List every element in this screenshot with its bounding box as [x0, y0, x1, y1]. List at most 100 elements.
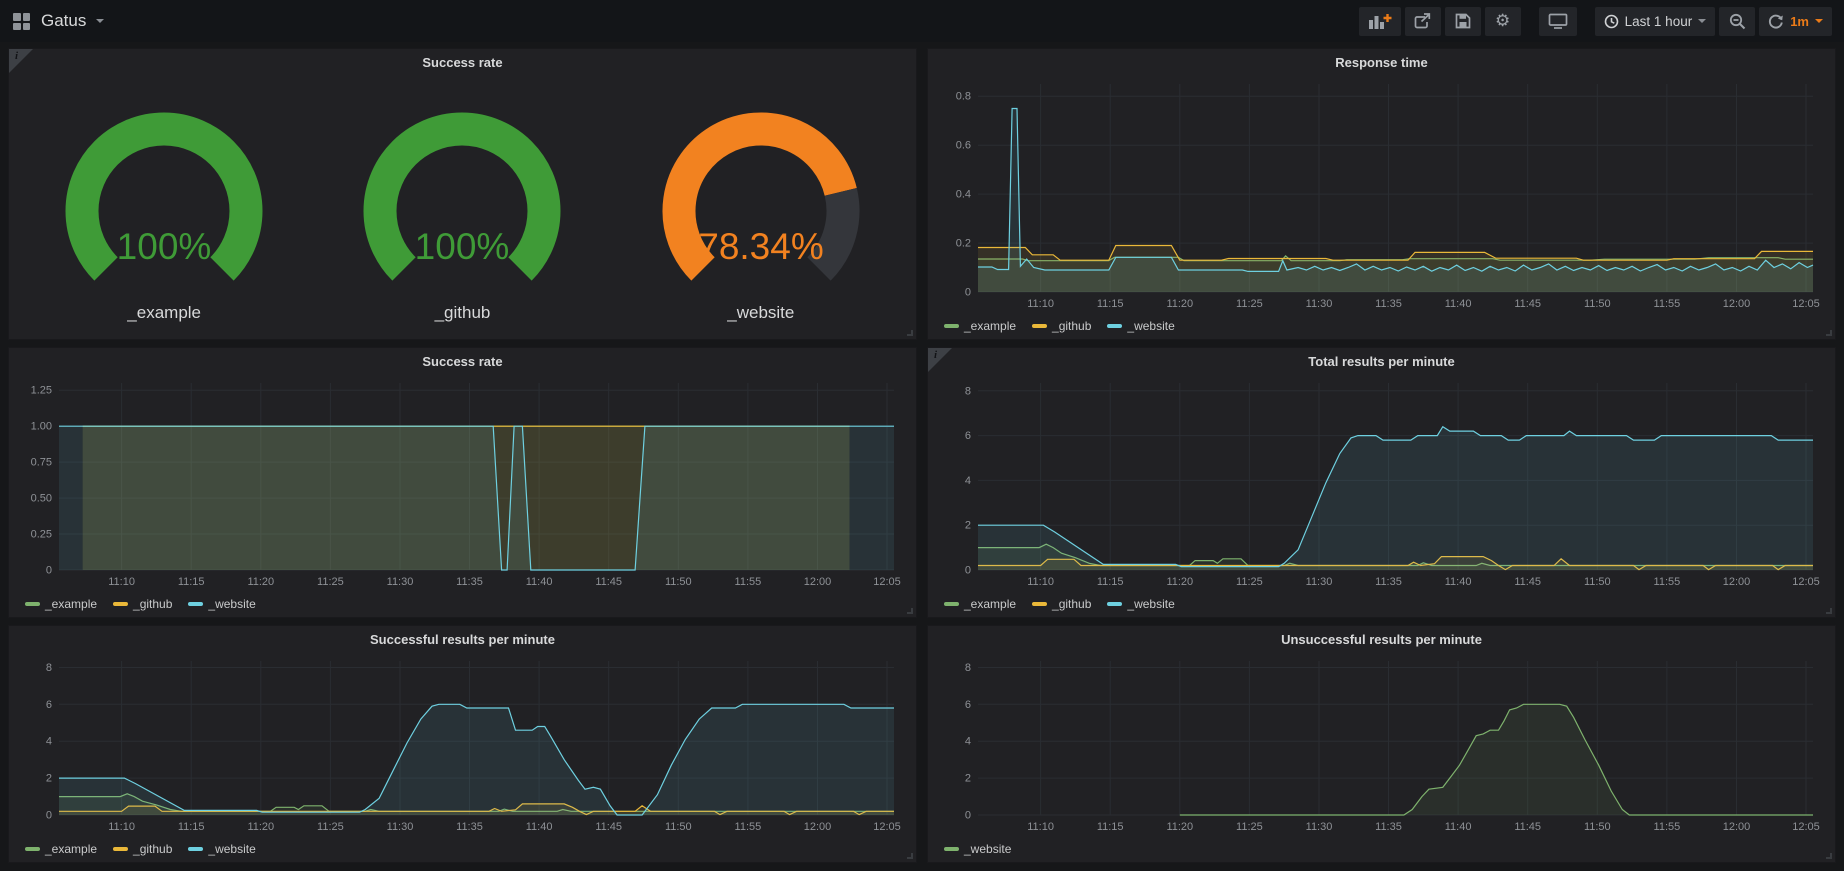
response-time-chart: 00.20.40.60.811:1011:1511:2011:2511:3011… [934, 76, 1829, 313]
legend-label[interactable]: _example [964, 319, 1016, 333]
legend-item-_github[interactable]: _github [1032, 319, 1091, 333]
share-button[interactable] [1405, 7, 1441, 36]
panel-info-corner[interactable] [928, 348, 952, 372]
legend-item-_example[interactable]: _example [25, 597, 97, 611]
legend-marker[interactable] [1107, 324, 1122, 328]
legend-label[interactable]: _example [45, 842, 97, 856]
panel-info-corner[interactable] [9, 49, 33, 73]
y-tick-label: 0.4 [956, 189, 971, 201]
panel-title[interactable]: Unsuccessful results per minute [928, 626, 1835, 653]
x-tick-label: 11:20 [247, 821, 274, 833]
x-tick-label: 11:15 [1097, 298, 1124, 310]
legend-label[interactable]: _github [133, 842, 172, 856]
monitor-icon [1548, 13, 1568, 29]
save-button[interactable] [1445, 7, 1481, 36]
legend-marker[interactable] [944, 847, 959, 851]
legend-label[interactable]: _website [1127, 597, 1174, 611]
add-panel-button[interactable] [1359, 7, 1401, 36]
legend-item-_website[interactable]: _website [1107, 597, 1174, 611]
info-icon: i [15, 50, 18, 62]
chart-svg: 0246811:1011:1511:2011:2511:3011:3511:40… [15, 653, 910, 836]
x-tick-label: 11:40 [1445, 821, 1472, 833]
legend-item-_website[interactable]: _website [188, 842, 255, 856]
panel-title[interactable]: Success rate [9, 348, 916, 375]
panel-response-time: Response time 00.20.40.60.811:1011:1511:… [927, 48, 1836, 340]
legend-item-_example[interactable]: _example [944, 319, 1016, 333]
x-tick-label: 11:45 [1514, 576, 1541, 588]
legend-label[interactable]: _github [1052, 597, 1091, 611]
refresh-picker[interactable]: 1m [1759, 7, 1832, 36]
panel-title[interactable]: Success rate [9, 49, 916, 76]
x-tick-label: 11:30 [387, 821, 414, 833]
panel-success-rate-gauges: i Success rate 100%_example100%_github78… [8, 48, 917, 340]
legend-marker[interactable] [1032, 324, 1047, 328]
panel-resize-handle[interactable] [1826, 608, 1832, 614]
legend-label[interactable]: _example [45, 597, 97, 611]
legend-item-_github[interactable]: _github [113, 842, 172, 856]
x-tick-label: 11:50 [1584, 298, 1611, 310]
chart-legend: _example _github _website [944, 317, 1175, 335]
legend-marker[interactable] [188, 847, 203, 851]
y-tick-label: 8 [965, 385, 971, 397]
y-tick-label: 2 [46, 773, 52, 785]
x-tick-label: 11:20 [1166, 576, 1193, 588]
panel-title[interactable]: Total results per minute [928, 348, 1835, 375]
zoom-out-button[interactable] [1719, 7, 1755, 36]
panel-resize-handle[interactable] [907, 608, 913, 614]
panel-resize-handle[interactable] [1826, 853, 1832, 859]
dashboard-title[interactable]: Gatus [41, 11, 86, 31]
legend-marker[interactable] [944, 324, 959, 328]
x-tick-label: 11:10 [1027, 576, 1054, 588]
legend-item-_example[interactable]: _example [944, 597, 1016, 611]
y-tick-label: 0.2 [956, 238, 971, 250]
share-icon [1414, 13, 1431, 29]
x-tick-label: 11:35 [1375, 821, 1402, 833]
legend-marker[interactable] [188, 602, 203, 606]
legend-label[interactable]: _example [964, 597, 1016, 611]
legend-marker[interactable] [25, 847, 40, 851]
legend-marker[interactable] [113, 602, 128, 606]
legend-label[interactable]: _website [1127, 319, 1174, 333]
gauge-value: 100% [415, 226, 510, 267]
legend-item-_github[interactable]: _github [113, 597, 172, 611]
legend-label[interactable]: _website [208, 597, 255, 611]
time-range-picker[interactable]: Last 1 hour [1595, 7, 1716, 36]
dashboard-title-caret-icon[interactable] [96, 19, 104, 23]
x-tick-label: 11:45 [595, 821, 622, 833]
x-tick-label: 12:05 [1792, 576, 1820, 588]
dashboard-grid: i Success rate 100%_example 100% _github 78… [0, 42, 1844, 871]
panel-resize-handle[interactable] [907, 853, 913, 859]
panel-title[interactable]: Successful results per minute [9, 626, 916, 653]
legend-item-_example[interactable]: _example [25, 842, 97, 856]
panel-resize-handle[interactable] [907, 330, 913, 336]
panel-resize-handle[interactable] [1826, 330, 1832, 336]
x-tick-label: 12:00 [804, 576, 832, 588]
gauge-_website: 78.34%_website [612, 76, 910, 331]
settings-button[interactable]: ⚙ [1485, 7, 1521, 36]
x-tick-label: 11:45 [1514, 298, 1541, 310]
legend-item-_website[interactable]: _website [944, 842, 1011, 856]
panel-title[interactable]: Response time [928, 49, 1835, 76]
x-tick-label: 11:50 [665, 576, 692, 588]
y-tick-label: 2 [965, 520, 971, 532]
tv-mode-button[interactable] [1539, 7, 1577, 36]
x-tick-label: 12:00 [1723, 821, 1751, 833]
legend-label[interactable]: _website [964, 842, 1011, 856]
legend-item-_website[interactable]: _website [188, 597, 255, 611]
legend-marker[interactable] [1107, 602, 1122, 606]
gauge-_example: 100%_example [15, 76, 313, 331]
dashboard-grid-icon[interactable] [12, 12, 31, 31]
legend-marker[interactable] [25, 602, 40, 606]
legend-label[interactable]: _github [133, 597, 172, 611]
legend-item-_github[interactable]: _github [1032, 597, 1091, 611]
legend-label[interactable]: _website [208, 842, 255, 856]
gauge-value: 78.34% [698, 226, 824, 267]
legend-label[interactable]: _github [1052, 319, 1091, 333]
legend-marker[interactable] [113, 847, 128, 851]
legend-marker[interactable] [1032, 602, 1047, 606]
legend-marker[interactable] [944, 602, 959, 606]
legend-item-_website[interactable]: _website [1107, 319, 1174, 333]
save-icon [1455, 13, 1471, 29]
series-area-_website [1180, 704, 1813, 815]
x-tick-label: 11:35 [456, 576, 483, 588]
